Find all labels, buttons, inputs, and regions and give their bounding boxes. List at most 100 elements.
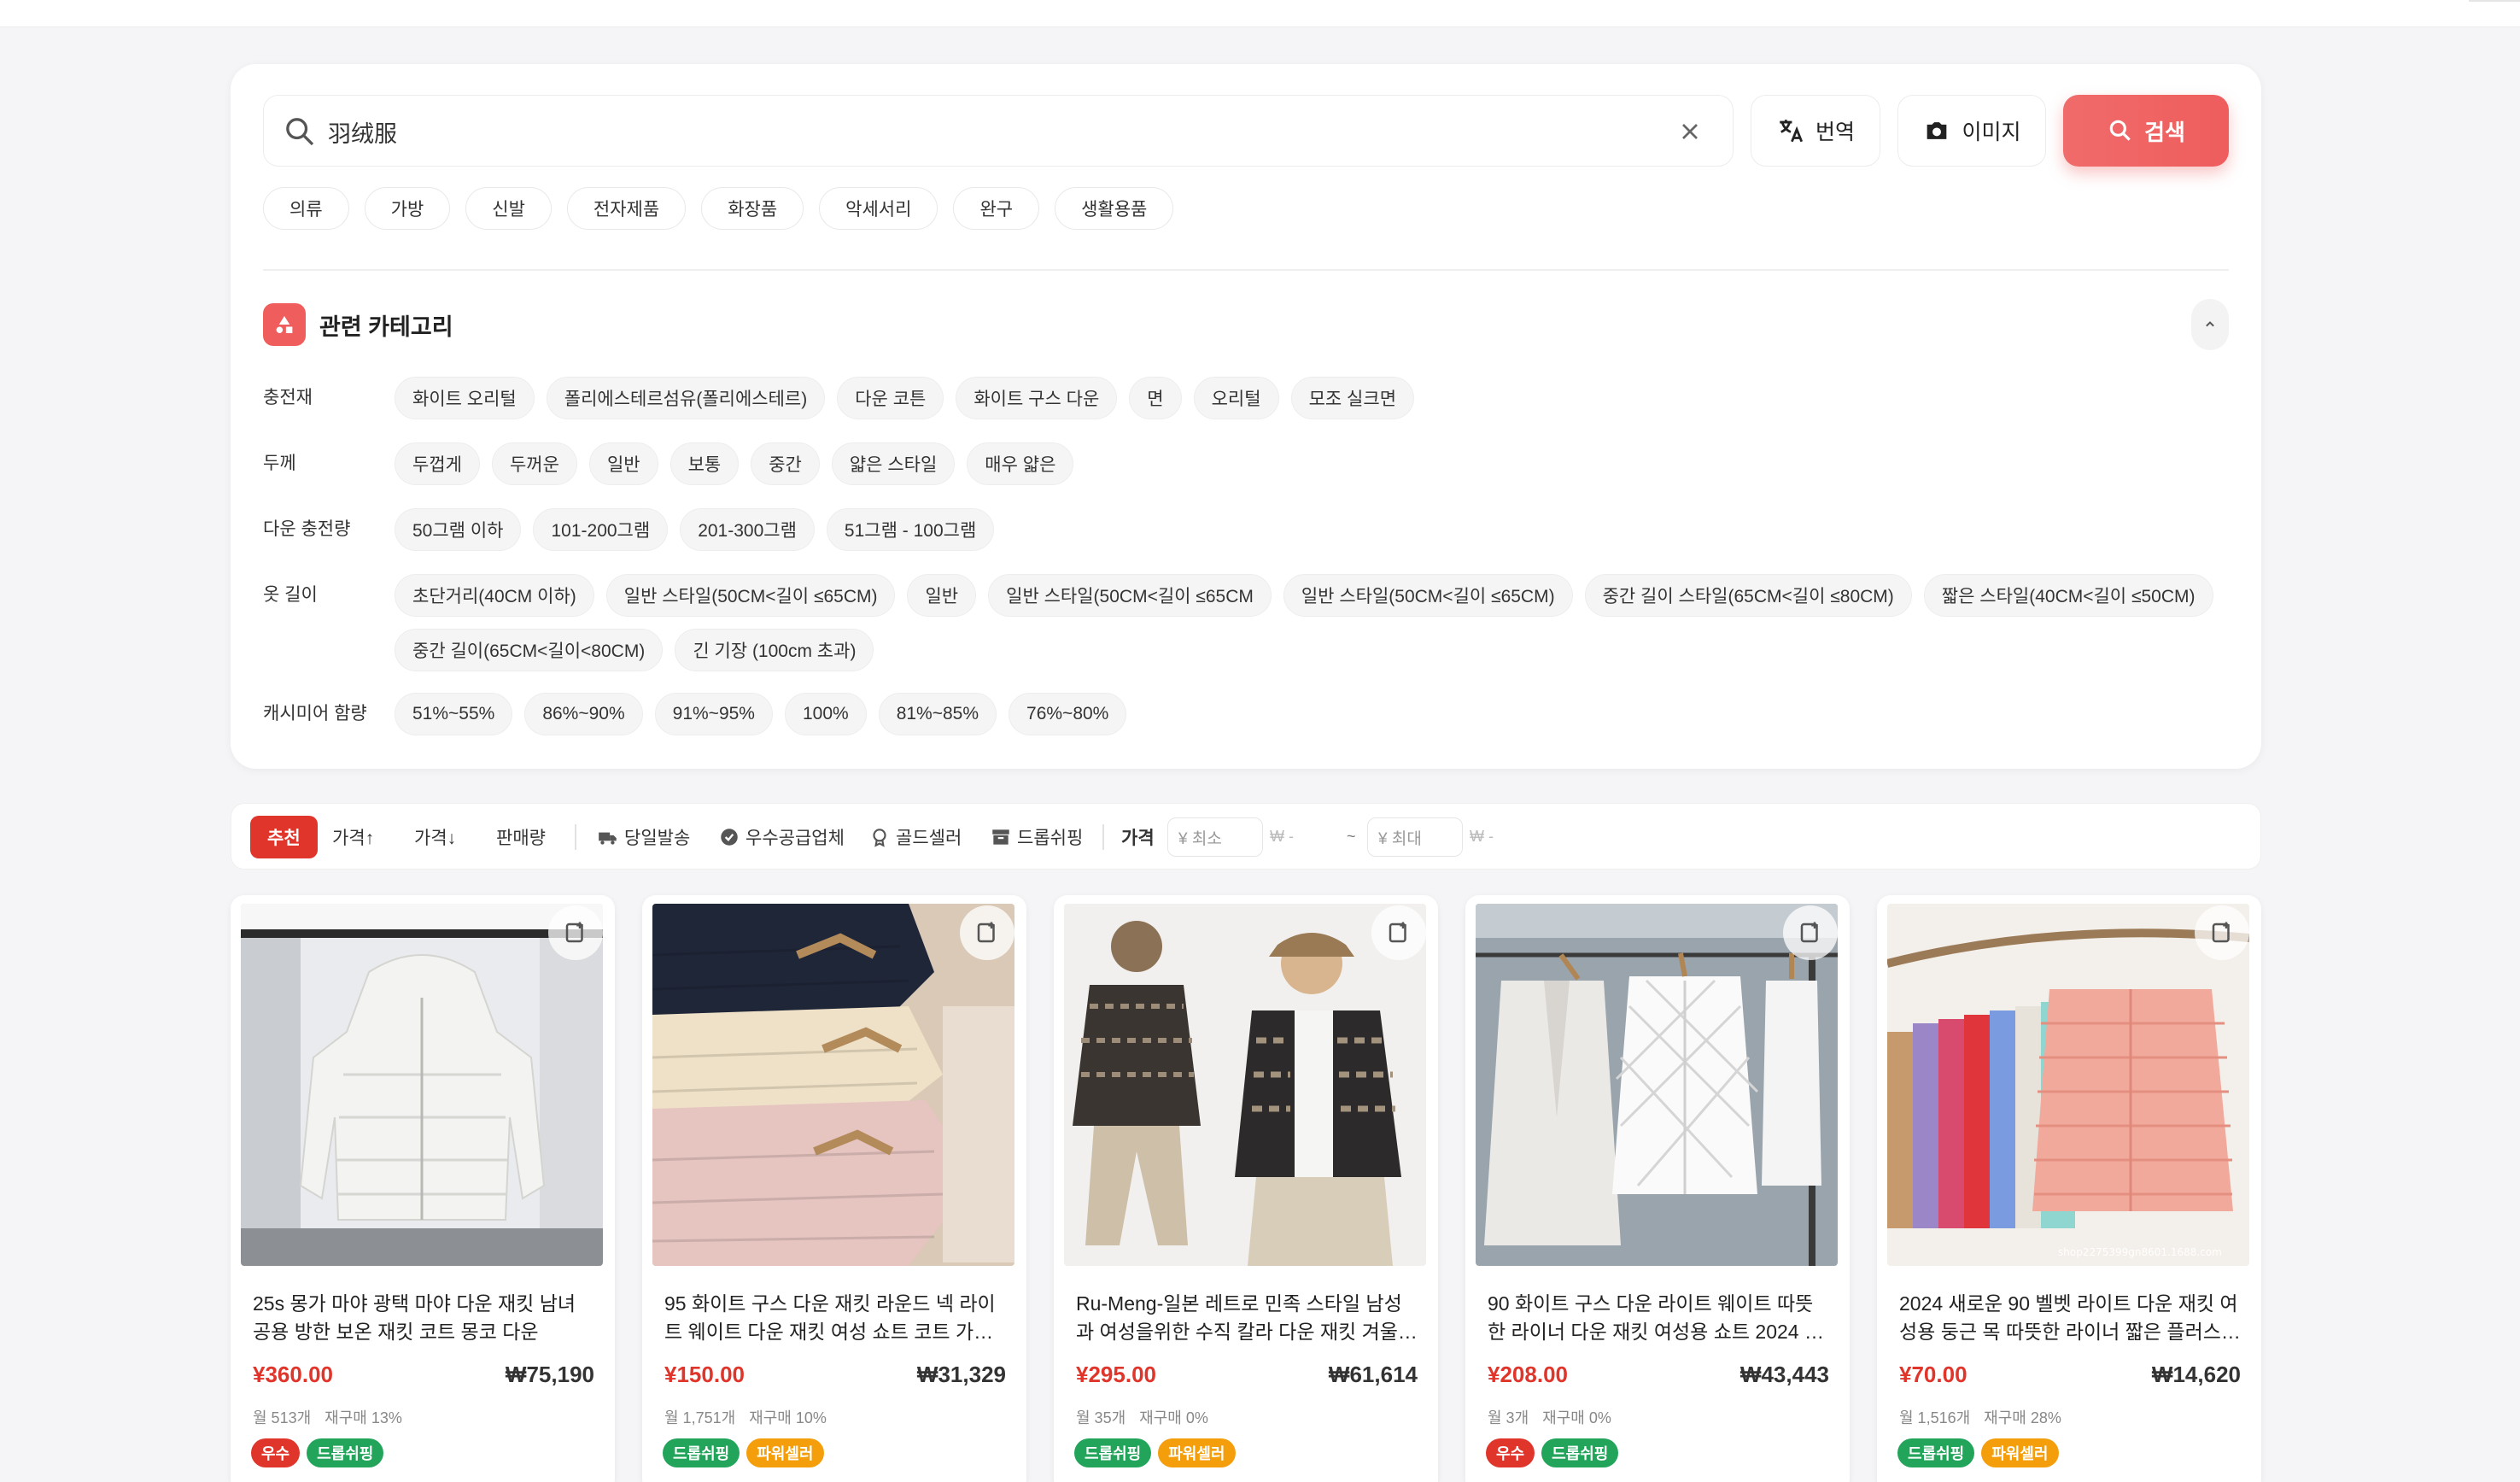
category-pill[interactable]: 가방 <box>364 187 451 230</box>
price-max-input[interactable]: ¥ 최대 <box>1367 817 1463 857</box>
attribute-chip[interactable]: 100% <box>784 693 867 735</box>
attribute-row-filling: 충전재 화이트 오리털 폴리에스테르섬유(폴리에스테르) 다운 코튼 화이트 구… <box>263 377 2231 419</box>
filter-same-day[interactable]: 당일발송 <box>597 816 690 858</box>
translate-icon <box>1780 120 1804 143</box>
favorite-button[interactable] <box>548 905 603 960</box>
attribute-chip[interactable]: 일반 스타일(50CM<길이 ≤65CM <box>988 574 1272 617</box>
attribute-chip[interactable]: 보통 <box>669 442 740 485</box>
attribute-chip[interactable]: 긴 기장 (100cm 초과) <box>675 629 874 671</box>
category-pill[interactable]: 전자제품 <box>566 187 687 230</box>
attribute-chip[interactable]: 86%~90% <box>524 693 643 735</box>
translate-button[interactable]: 번역 <box>1751 95 1880 167</box>
attribute-chip[interactable]: 91%~95% <box>654 693 773 735</box>
sort-price-asc[interactable]: 가격↑ <box>332 816 374 858</box>
product-tags: 드롭쉬핑 파워셀러 <box>1074 1438 1236 1467</box>
filter-dropshipping[interactable]: 드롭쉬핑 <box>990 816 1083 858</box>
filter-gold-seller[interactable]: 골드셀러 <box>868 816 962 858</box>
attribute-chip[interactable]: 중간 <box>751 442 820 485</box>
attribute-chip[interactable]: 화이트 구스 다운 <box>956 377 1118 419</box>
filter-bar: 추천 가격↑ 가격↓ 판매량 당일발송 우수공급업체 골드셀러 드롭쉬핑 가격 … <box>231 803 2261 870</box>
monthly-sales: 월 1,516개 <box>1899 1409 1971 1426</box>
monthly-sales: 월 513개 <box>253 1409 312 1426</box>
attribute-chip[interactable]: 201-300그램 <box>680 508 815 551</box>
attribute-chip[interactable]: 다운 코튼 <box>837 377 944 419</box>
attribute-chip[interactable]: 중간 길이 스타일(65CM<길이 ≤80CM) <box>1584 574 1912 617</box>
attribute-chip[interactable]: 면 <box>1129 377 1182 419</box>
attribute-chip[interactable]: 모조 실크면 <box>1290 377 1415 419</box>
attribute-chip[interactable]: 51그램 - 100그램 <box>826 508 995 551</box>
clear-icon[interactable] <box>1676 118 1704 145</box>
product-tags: 우수 드롭쉬핑 <box>1486 1438 1619 1467</box>
favorite-button[interactable] <box>2195 905 2249 960</box>
category-pill[interactable]: 화장품 <box>701 187 804 230</box>
product-card[interactable]: shop2275399gn8601.1688.com 2024 새로운 90 벨… <box>1877 895 2261 1482</box>
category-pill[interactable]: 완구 <box>953 187 1040 230</box>
price-krw: ₩14,620 <box>2151 1362 2241 1387</box>
attribute-chip[interactable]: 짧은 스타일(40CM<길이 ≤50CM) <box>1923 574 2213 617</box>
product-image[interactable] <box>241 904 603 1266</box>
search-input[interactable] <box>328 109 1609 154</box>
attribute-chip[interactable]: 일반 <box>588 442 658 485</box>
price-cny: ¥208.00 <box>1488 1362 1568 1387</box>
tag-badge: 파워셀러 <box>746 1438 824 1467</box>
attribute-chip[interactable]: 두꺼운 <box>491 442 577 485</box>
attribute-chip[interactable]: 얇은 스타일 <box>831 442 956 485</box>
sort-price-desc[interactable]: 가격↓ <box>414 816 456 858</box>
favorite-button[interactable] <box>1371 905 1426 960</box>
category-tabs: 의류 가방 신발 전자제품 화장품 악세서리 완구 생활용품 <box>263 187 1174 230</box>
monthly-sales: 월 1,751개 <box>664 1409 736 1426</box>
attribute-chip[interactable]: 81%~85% <box>878 693 997 735</box>
attribute-chip[interactable]: 초단거리(40CM 이하) <box>395 574 594 617</box>
attribute-chip[interactable]: 매우 얇은 <box>967 442 1074 485</box>
box-icon <box>992 829 1009 845</box>
product-name[interactable]: 90 화이트 구스 다운 라이트 웨이트 따뜻한 라이너 다운 재킷 여성용 쇼… <box>1488 1290 1829 1346</box>
search-panel: 번역 이미지 검색 의류 가방 신발 전자제품 화장품 악세서리 완구 생활용품… <box>231 64 2261 769</box>
filter-premium-supplier[interactable]: 우수공급업체 <box>718 816 845 858</box>
product-card[interactable]: 90 화이트 구스 다운 라이트 웨이트 따뜻한 라이너 다운 재킷 여성용 쇼… <box>1465 895 1850 1482</box>
category-pill[interactable]: 신발 <box>465 187 552 230</box>
search-icon <box>286 118 314 146</box>
product-card[interactable]: 95 화이트 구스 다운 재킷 라운드 넥 라이트 웨이트 다운 재킷 여성 쇼… <box>642 895 1026 1482</box>
search-icon <box>2109 120 2131 141</box>
product-card[interactable]: Ru-Meng-일본 레트로 민족 스타일 남성과 여성을위한 수직 칼라 다운… <box>1054 895 1438 1482</box>
attribute-chip[interactable]: 일반 스타일(50CM<길이 ≤65CM) <box>605 574 896 617</box>
category-pill[interactable]: 악세서리 <box>819 187 938 230</box>
attribute-chip[interactable]: 오리털 <box>1193 377 1279 419</box>
product-name[interactable]: 25s 몽가 마야 광택 마야 다운 재킷 남녀 공용 방한 보온 재킷 코트 … <box>253 1290 594 1346</box>
attribute-label: 다운 충전량 <box>263 519 351 539</box>
attribute-label: 옷 길이 <box>263 585 318 605</box>
product-name[interactable]: 95 화이트 구스 다운 재킷 라운드 넥 라이트 웨이트 다운 재킷 여성 쇼… <box>664 1290 1006 1346</box>
product-stats: 월 35개 재구매 0% <box>1076 1406 1208 1428</box>
attribute-chip[interactable]: 76%~80% <box>1009 693 1127 735</box>
attribute-chip[interactable]: 50그램 이하 <box>395 508 522 551</box>
product-card[interactable]: 25s 몽가 마야 광택 마야 다운 재킷 남녀 공용 방한 보온 재킷 코트 … <box>231 895 615 1482</box>
attribute-chip[interactable]: 일반 <box>907 574 977 617</box>
product-name[interactable]: 2024 새로운 90 벨벳 라이트 다운 재킷 여성용 둥근 목 따뜻한 라이… <box>1899 1290 2241 1346</box>
chevron-up-icon <box>2206 321 2214 327</box>
attribute-chip[interactable]: 두껍게 <box>395 442 480 485</box>
collapse-button[interactable] <box>2191 299 2229 350</box>
attribute-chip[interactable]: 중간 길이(65CM<길이<80CM) <box>395 629 664 671</box>
product-stats: 월 1,751개 재구매 10% <box>664 1406 827 1428</box>
attribute-chip[interactable]: 51%~55% <box>395 693 513 735</box>
attribute-chip[interactable]: 폴리에스테르섬유(폴리에스테르) <box>546 377 826 419</box>
category-pill[interactable]: 생활용품 <box>1055 187 1174 230</box>
attribute-chip[interactable]: 화이트 오리털 <box>395 377 535 419</box>
price-min-input[interactable]: ¥ 최소 <box>1167 817 1263 857</box>
product-image[interactable] <box>1064 904 1426 1266</box>
favorite-button[interactable] <box>1783 905 1838 960</box>
won-hint: ₩ - <box>1470 828 1494 845</box>
product-image[interactable] <box>652 904 1014 1266</box>
category-pill[interactable]: 의류 <box>263 187 349 230</box>
search-button[interactable]: 검색 <box>2063 95 2229 167</box>
attribute-chip[interactable]: 101-200그램 <box>533 508 669 551</box>
favorite-button[interactable] <box>960 905 1014 960</box>
attribute-chip[interactable]: 일반 스타일(50CM<길이 ≤65CM) <box>1283 574 1573 617</box>
image-search-button[interactable]: 이미지 <box>1897 95 2046 167</box>
product-image[interactable]: shop2275399gn8601.1688.com <box>1887 904 2249 1266</box>
product-image[interactable] <box>1476 904 1838 1266</box>
product-name[interactable]: Ru-Meng-일본 레트로 민족 스타일 남성과 여성을위한 수직 칼라 다운… <box>1076 1290 1418 1346</box>
tag-badge: 드롭쉬핑 <box>663 1438 740 1467</box>
sort-recommend[interactable]: 추천 <box>250 816 318 858</box>
sort-sales[interactable]: 판매량 <box>496 816 546 858</box>
